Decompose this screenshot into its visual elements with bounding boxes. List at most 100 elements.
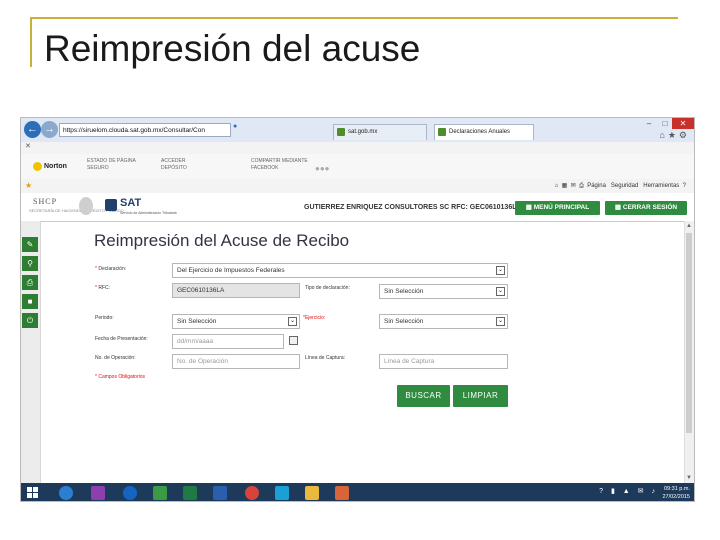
type-select-value: Sin Selección [384, 288, 424, 295]
capture-input[interactable]: Línea de Captura [379, 354, 508, 369]
forward-button[interactable]: → [41, 121, 58, 138]
command-bar-tools: ⌂ ▦ ✉ ⎙ Página Seguridad Herramientas ? [555, 182, 686, 190]
store-icon[interactable] [91, 486, 105, 500]
capture-label: Línea de Captura: [305, 355, 346, 361]
print-icon[interactable]: ⎙ [579, 183, 584, 189]
page-menu[interactable]: Página [587, 183, 606, 189]
favorites-star-icon[interactable]: ★ [25, 181, 32, 190]
norton-facebook[interactable]: COMPARTIR MEDIANTE FACEBOOK [251, 158, 308, 172]
eagle-emblem-icon [79, 197, 93, 215]
operation-input[interactable]: No. de Operación [172, 354, 300, 369]
menu-principal-button[interactable]: ▦ MENÚ PRINCIPAL [515, 201, 600, 215]
exercise-select[interactable]: Sin Selección ⌄ [379, 314, 508, 329]
close-icon[interactable]: ✕ [25, 142, 31, 150]
document-icon[interactable]: ■ [22, 294, 38, 309]
period-select[interactable]: Sin Selección ⌄ [172, 314, 300, 329]
chevron-down-icon: ⌄ [496, 317, 505, 326]
address-bar[interactable]: https://siruelom.clouda.sat.gob.mx/Consu… [59, 123, 231, 137]
rfc-field: GEC0610136LA [172, 283, 300, 298]
exercise-select-value: Sin Selección [384, 318, 424, 325]
period-select-value: Sin Selección [177, 318, 217, 325]
word-icon[interactable] [213, 486, 227, 500]
norton-logo[interactable]: Norton [33, 162, 67, 171]
norton-item-line1: ACCEDER [161, 158, 186, 164]
scroll-down-icon[interactable]: ▼ [686, 475, 692, 481]
more-dots-icon[interactable]: ●●● [315, 164, 330, 173]
slide-title: Reimpresión del acuse [44, 28, 421, 69]
sat-mark-icon [105, 199, 117, 211]
app-icon[interactable] [275, 486, 289, 500]
sat-subtitle: Servicio de Administración Tributaria [120, 211, 177, 215]
scroll-up-icon[interactable]: ▲ [686, 223, 692, 229]
chevron-down-icon: ⌄ [496, 266, 505, 275]
home-star-gear-icons[interactable]: ⌂★⚙ [659, 130, 690, 141]
search-button[interactable]: BUSCAR [397, 385, 450, 407]
declaration-label: * Declaración: [95, 266, 127, 272]
exercise-label-text: Ejercicio: [304, 315, 326, 321]
declaration-label-text: Declaración: [98, 266, 127, 272]
norton-item-line2: DEPÓSITO [161, 165, 187, 171]
norton-item-line2: FACEBOOK [251, 165, 279, 171]
clear-button[interactable]: LIMPIAR [453, 385, 508, 407]
print-icon[interactable]: ⎙ [22, 275, 38, 290]
norton-brand: Norton [44, 162, 67, 170]
system-tray-icons[interactable]: ? ▮ ▲ ✉ ♪ [599, 487, 658, 495]
edit-icon[interactable]: ✎ [22, 237, 38, 252]
security-menu[interactable]: Seguridad [611, 183, 638, 189]
period-label: Periodo: [95, 315, 114, 321]
norton-page-status[interactable]: ESTADO DE PÁGINA SEGURO [87, 158, 136, 172]
operation-label: No. de Operación: [95, 355, 136, 361]
tools-menu[interactable]: Herramientas [643, 183, 679, 189]
type-select[interactable]: Sin Selección ⌄ [379, 284, 508, 299]
sat-tab-icon [337, 128, 345, 136]
clock-date: 27/02/2015 [662, 494, 690, 500]
norton-check-icon [33, 162, 42, 171]
logout-icon: ▦ [614, 204, 622, 211]
tab-declaraciones-label: Declaraciones Anuales [449, 129, 511, 135]
rfc-label: * RFC: [95, 285, 111, 291]
hp-icon[interactable] [123, 486, 137, 500]
calendar-icon[interactable] [289, 336, 298, 345]
excel-icon[interactable] [183, 486, 197, 500]
scroll-thumb[interactable] [686, 233, 692, 433]
address-lock-icon: ● [233, 123, 238, 130]
taskbar: ? ▮ ▲ ✉ ♪ 09:31 p.m. 27/02/2015 [21, 483, 694, 501]
chrome-icon[interactable] [245, 486, 259, 500]
vertical-scrollbar[interactable]: ▲ ▼ [684, 221, 694, 483]
shcp-logo: SHCP [33, 197, 58, 206]
tab-declaraciones[interactable]: Declaraciones Anuales [434, 124, 534, 140]
help-icon[interactable]: ? [683, 183, 686, 189]
chevron-down-icon: ⌄ [288, 317, 297, 326]
exercise-label: *Ejercicio: [303, 315, 326, 321]
search-icon[interactable]: ⚲ [22, 256, 38, 271]
side-toolbar: ✎ ⚲ ⎙ ■ ⏻ [21, 221, 41, 483]
logout-label: CERRAR SESIÓN [622, 204, 678, 211]
back-button[interactable]: ← [24, 121, 41, 138]
menu-principal-label: MENÚ PRINCIPAL [533, 204, 590, 211]
norton-toolbar: Norton ESTADO DE PÁGINA SEGURO ACCEDER D… [21, 154, 694, 180]
home-icon[interactable]: ⌂ [555, 183, 559, 189]
slide-frame-left [30, 17, 32, 67]
media-icon[interactable] [335, 486, 349, 500]
declaration-select[interactable]: Del Ejercicio de Impuestos Federales ⌄ [172, 263, 508, 278]
windows-start-icon[interactable] [27, 487, 39, 499]
date-label: Fecha de Presentación: [95, 336, 148, 342]
power-icon[interactable]: ⏻ [22, 313, 38, 328]
file-explorer-icon[interactable] [305, 486, 319, 500]
minimize-button[interactable]: – [642, 118, 656, 129]
norton-item-line1: COMPARTIR MEDIANTE [251, 158, 308, 164]
norton-item-line1: ESTADO DE PÁGINA [87, 158, 136, 164]
tab-sat[interactable]: sat.gob.mx [333, 124, 427, 140]
office-icon[interactable] [153, 486, 167, 500]
norton-vault[interactable]: ACCEDER DEPÓSITO [161, 158, 187, 172]
internet-explorer-icon[interactable] [59, 486, 73, 500]
maximize-button[interactable]: □ [658, 118, 672, 129]
browser-address-row: ← → https://siruelom.clouda.sat.gob.mx/C… [21, 118, 694, 142]
date-input[interactable]: dd/mm/aaaa [172, 334, 284, 349]
close-window-button[interactable]: ✕ [672, 118, 694, 129]
clock[interactable]: 09:31 p.m. 27/02/2015 [662, 485, 690, 501]
logout-button[interactable]: ▦ CERRAR SESIÓN [605, 201, 687, 215]
feeds-icon[interactable]: ▦ [562, 183, 568, 189]
required-note: * Campos Obligatorios [95, 374, 146, 380]
mail-icon[interactable]: ✉ [571, 183, 576, 189]
